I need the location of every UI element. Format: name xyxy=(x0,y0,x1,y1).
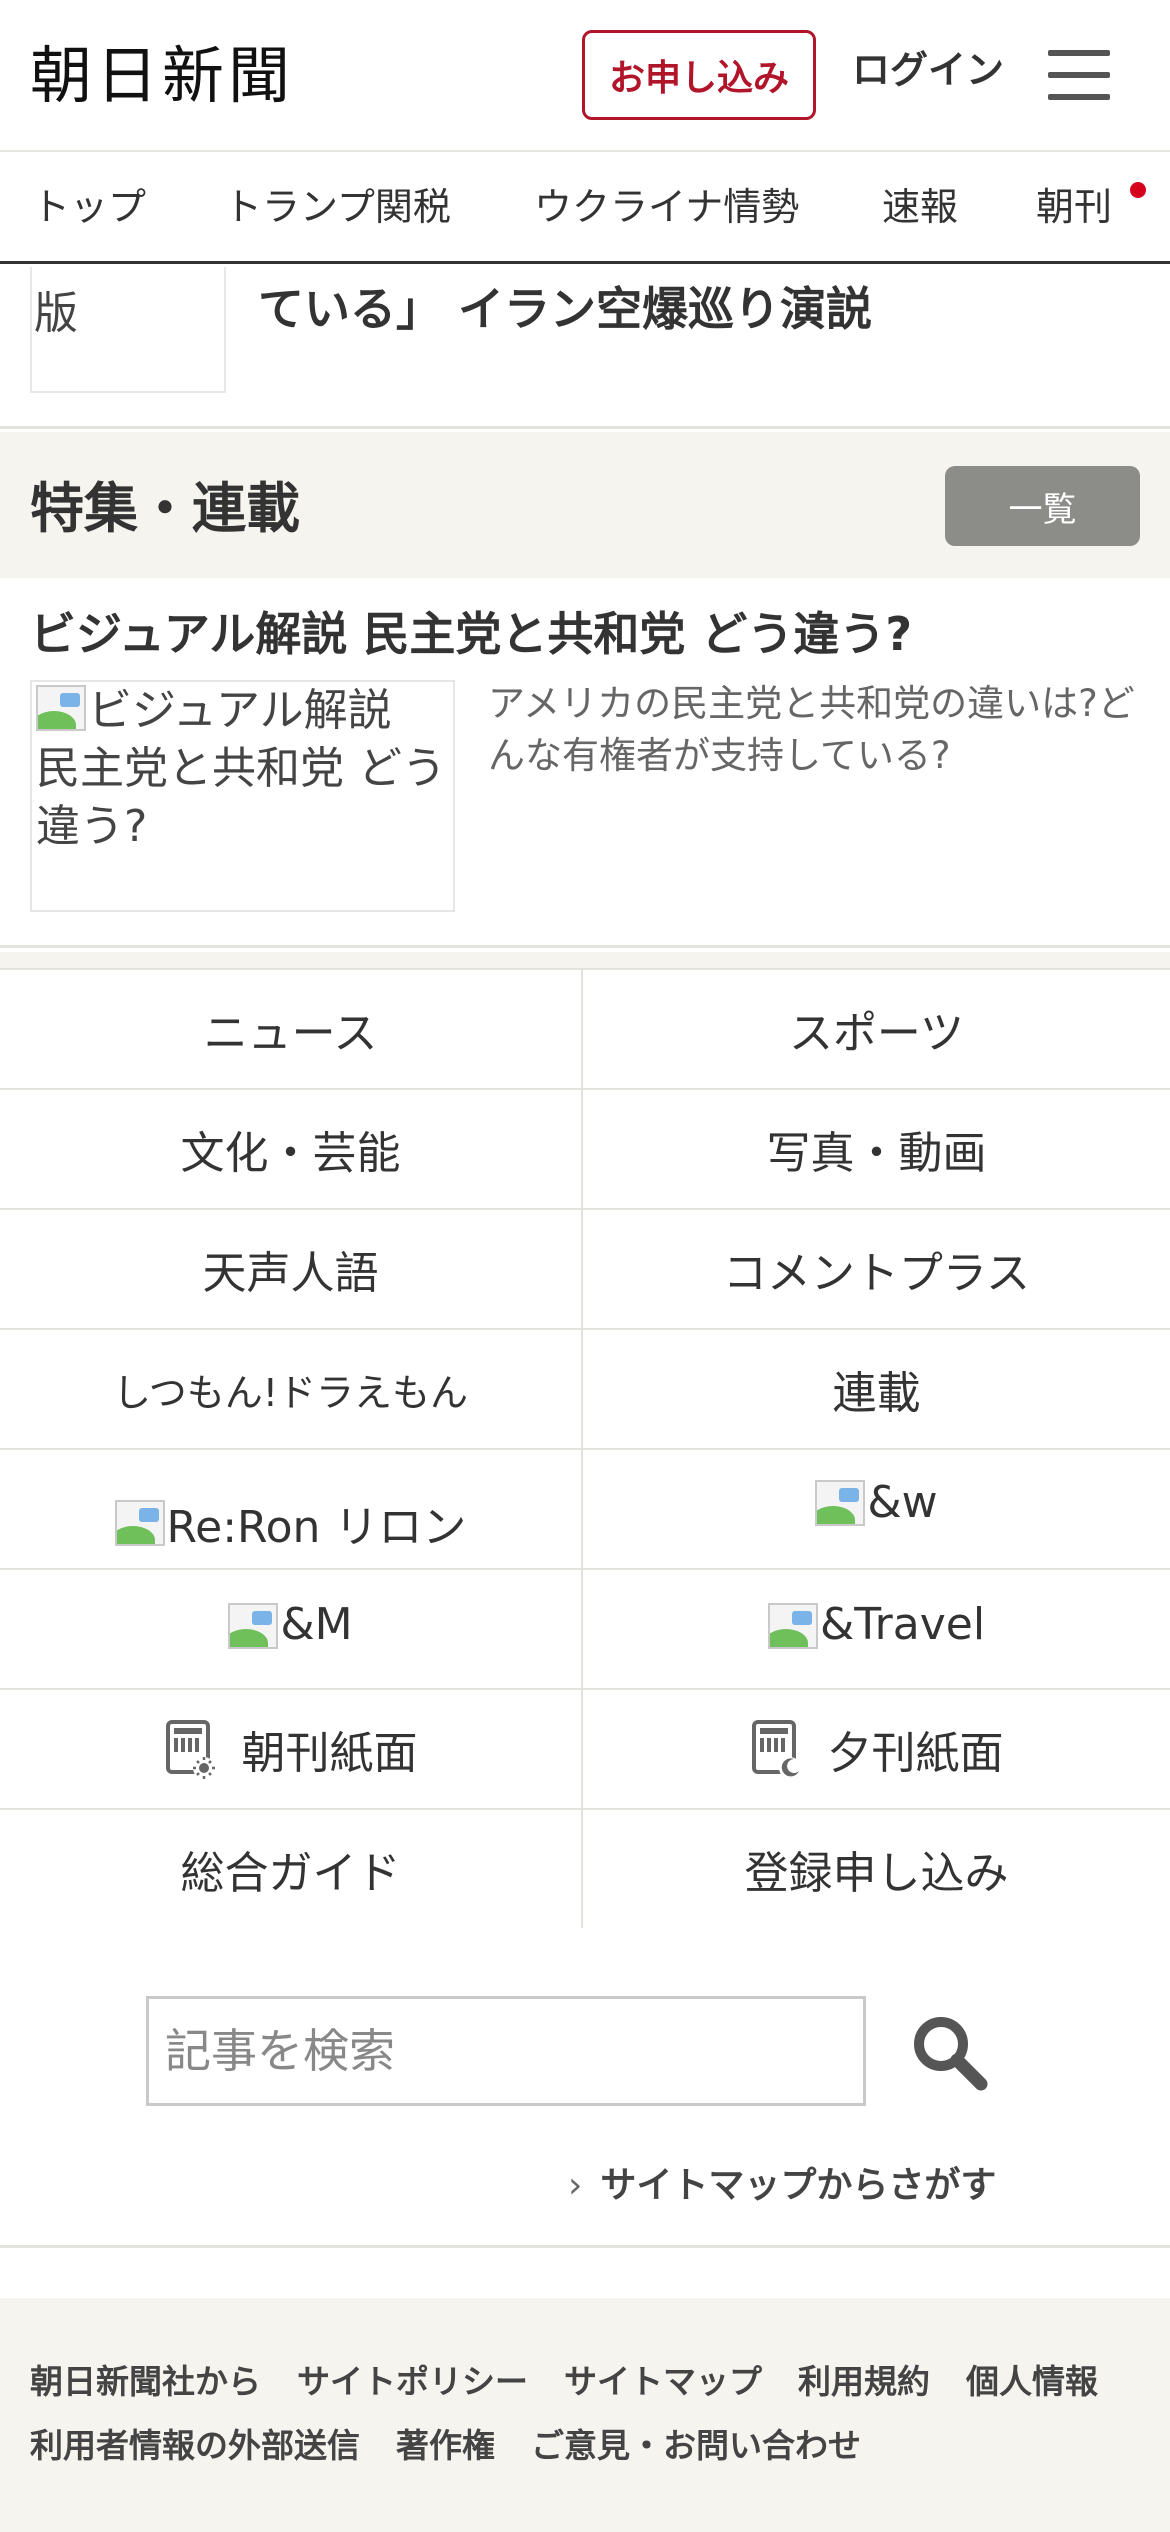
broken-image-icon xyxy=(815,1480,866,1526)
nav-item-ukraine[interactable]: ウクライナ情勢 xyxy=(534,154,799,260)
site-header: 朝日新聞 お申し込み ログイン xyxy=(0,0,1170,152)
site-footer: 朝日新聞社から サイトポリシー サイトマップ 利用規約 個人情報利用者情報の外部送信 著作… xyxy=(0,2298,1170,2532)
broken-image-icon xyxy=(228,1603,279,1649)
footer-link[interactable]: サイトポリシー xyxy=(297,2362,528,2401)
footer-link[interactable]: ご意見・お問い合わせ xyxy=(531,2426,861,2465)
menu-grid: ニュース スポーツ 文化・芸能 写真・動画 天声人語 コメントプラス しつもん!… xyxy=(0,968,1170,1930)
footer-link[interactable]: 朝日新聞社から xyxy=(30,2362,261,2401)
image-alt-text: ビジュアル解説 民主党と共和党 どう違う? xyxy=(36,685,446,852)
grid-item-label: 文化・芸能 xyxy=(180,1128,401,1179)
category-nav: トップ トランプ関税 ウクライナ情勢 速報 朝刊 xyxy=(0,154,1170,264)
grid-item-culture[interactable]: 文化・芸能 xyxy=(0,1090,583,1210)
section-title: 特集・連載 xyxy=(30,477,300,540)
footer-link[interactable]: 利用者情報の外部送信 xyxy=(30,2426,360,2465)
grid-item-and-w[interactable]: &w xyxy=(583,1450,1170,1570)
grid-item-and-travel[interactable]: &Travel xyxy=(583,1570,1170,1690)
view-all-button[interactable]: 一覧 xyxy=(945,466,1140,546)
article-item[interactable]: 版 ている」 イラン空爆巡り演説 xyxy=(0,267,1170,429)
nav-item-top[interactable]: トップ xyxy=(32,154,146,260)
grid-item-label: 連載 xyxy=(832,1368,921,1419)
grid-item-doraemon[interactable]: しつもん!ドラえもん xyxy=(0,1330,583,1450)
grid-item-label: 朝刊紙面 xyxy=(241,1728,418,1779)
grid-item-news[interactable]: ニュース xyxy=(0,970,583,1090)
feature-description: アメリカの民主党と共和党の違いは?どんな有権者が支持している? xyxy=(488,682,1135,777)
grid-item-label: コメントプラス xyxy=(722,1248,1031,1299)
grid-item-register[interactable]: 登録申し込み xyxy=(583,1810,1170,1930)
grid-item-evening-paper[interactable]: 夕刊紙面 xyxy=(583,1690,1170,1810)
footer-links: 朝日新聞社から サイトポリシー サイトマップ 利用規約 個人情報利用者情報の外部送信 著作… xyxy=(30,2350,1140,2478)
search-icon[interactable] xyxy=(905,2008,995,2098)
feature-image-broken[interactable]: ビジュアル解説 民主党と共和党 どう違う? xyxy=(30,680,455,912)
search-input[interactable] xyxy=(146,1996,866,2106)
footer-link[interactable]: 個人情報 xyxy=(966,2362,1098,2401)
grid-item-label: 登録申し込み xyxy=(744,1848,1009,1899)
grid-item-morning-paper[interactable]: 朝刊紙面 xyxy=(0,1690,583,1810)
broken-image-icon xyxy=(767,1603,818,1649)
subscribe-button[interactable]: お申し込み xyxy=(582,30,816,120)
footer-link[interactable]: 利用規約 xyxy=(798,2362,930,2401)
grid-item-label: 写真・動画 xyxy=(766,1128,987,1179)
nav-item-trump-tariff[interactable]: トランプ関税 xyxy=(224,154,451,260)
grid-item-tensei-jingo[interactable]: 天声人語 xyxy=(0,1210,583,1330)
grid-item-label: &Travel xyxy=(819,1598,986,1650)
search-section: › サイトマップからさがす xyxy=(0,1928,1170,2248)
login-link[interactable]: ログイン xyxy=(852,40,1004,100)
footer-link[interactable]: サイトマップ xyxy=(564,2362,762,2401)
broken-image-icon xyxy=(114,1500,165,1546)
grid-item-and-m[interactable]: &M xyxy=(0,1570,583,1690)
grid-item-label: 夕刊紙面 xyxy=(827,1728,1004,1779)
grid-item-label: 総合ガイド xyxy=(180,1848,401,1899)
new-indicator-dot xyxy=(1130,182,1146,198)
feature-headline[interactable]: ビジュアル解説 民主党と共和党 どう違う? xyxy=(30,598,912,664)
feature-article[interactable]: ビジュアル解説 民主党と共和党 どう違う? ビジュアル解説 民主党と共和党 どう… xyxy=(0,578,1170,948)
grid-item-label: スポーツ xyxy=(788,1008,965,1059)
morning-paper-icon xyxy=(164,1718,216,1780)
hamburger-menu-icon[interactable] xyxy=(1048,50,1110,100)
grid-item-guide[interactable]: 総合ガイド xyxy=(0,1810,583,1930)
feature-section-header: 特集・連載 一覧 xyxy=(0,432,1170,578)
evening-paper-icon xyxy=(750,1718,802,1780)
grid-item-photo-video[interactable]: 写真・動画 xyxy=(583,1090,1170,1210)
broken-image-icon xyxy=(36,685,86,731)
grid-item-label: 天声人語 xyxy=(202,1248,379,1299)
grid-item-comment-plus[interactable]: コメントプラス xyxy=(583,1210,1170,1330)
nav-item-morning-edition[interactable]: 朝刊 xyxy=(1036,154,1112,260)
grid-item-sports[interactable]: スポーツ xyxy=(583,970,1170,1090)
grid-item-reron[interactable]: Re:Ron リロン xyxy=(0,1450,583,1570)
article-title[interactable]: ている」 イラン空爆巡り演説 xyxy=(258,273,872,339)
footer-link[interactable]: 著作権 xyxy=(396,2426,495,2465)
grid-item-series[interactable]: 連載 xyxy=(583,1330,1170,1450)
chevron-right-icon: › xyxy=(568,2165,583,2206)
grid-item-label: しつもん!ドラえもん xyxy=(113,1370,468,1415)
article-thumbnail: 版 xyxy=(30,267,226,393)
sitemap-link-label: サイトマップからさがす xyxy=(600,2165,997,2206)
grid-item-label: Re:Ron リロン xyxy=(166,1502,467,1553)
grid-item-label: &M xyxy=(280,1598,353,1650)
grid-item-label: ニュース xyxy=(203,1008,378,1059)
sitemap-link[interactable]: › サイトマップからさがす xyxy=(568,2156,996,2208)
site-logo[interactable]: 朝日新聞 xyxy=(30,36,294,116)
nav-item-breaking[interactable]: 速報 xyxy=(882,154,958,260)
grid-item-label: &w xyxy=(867,1476,938,1528)
